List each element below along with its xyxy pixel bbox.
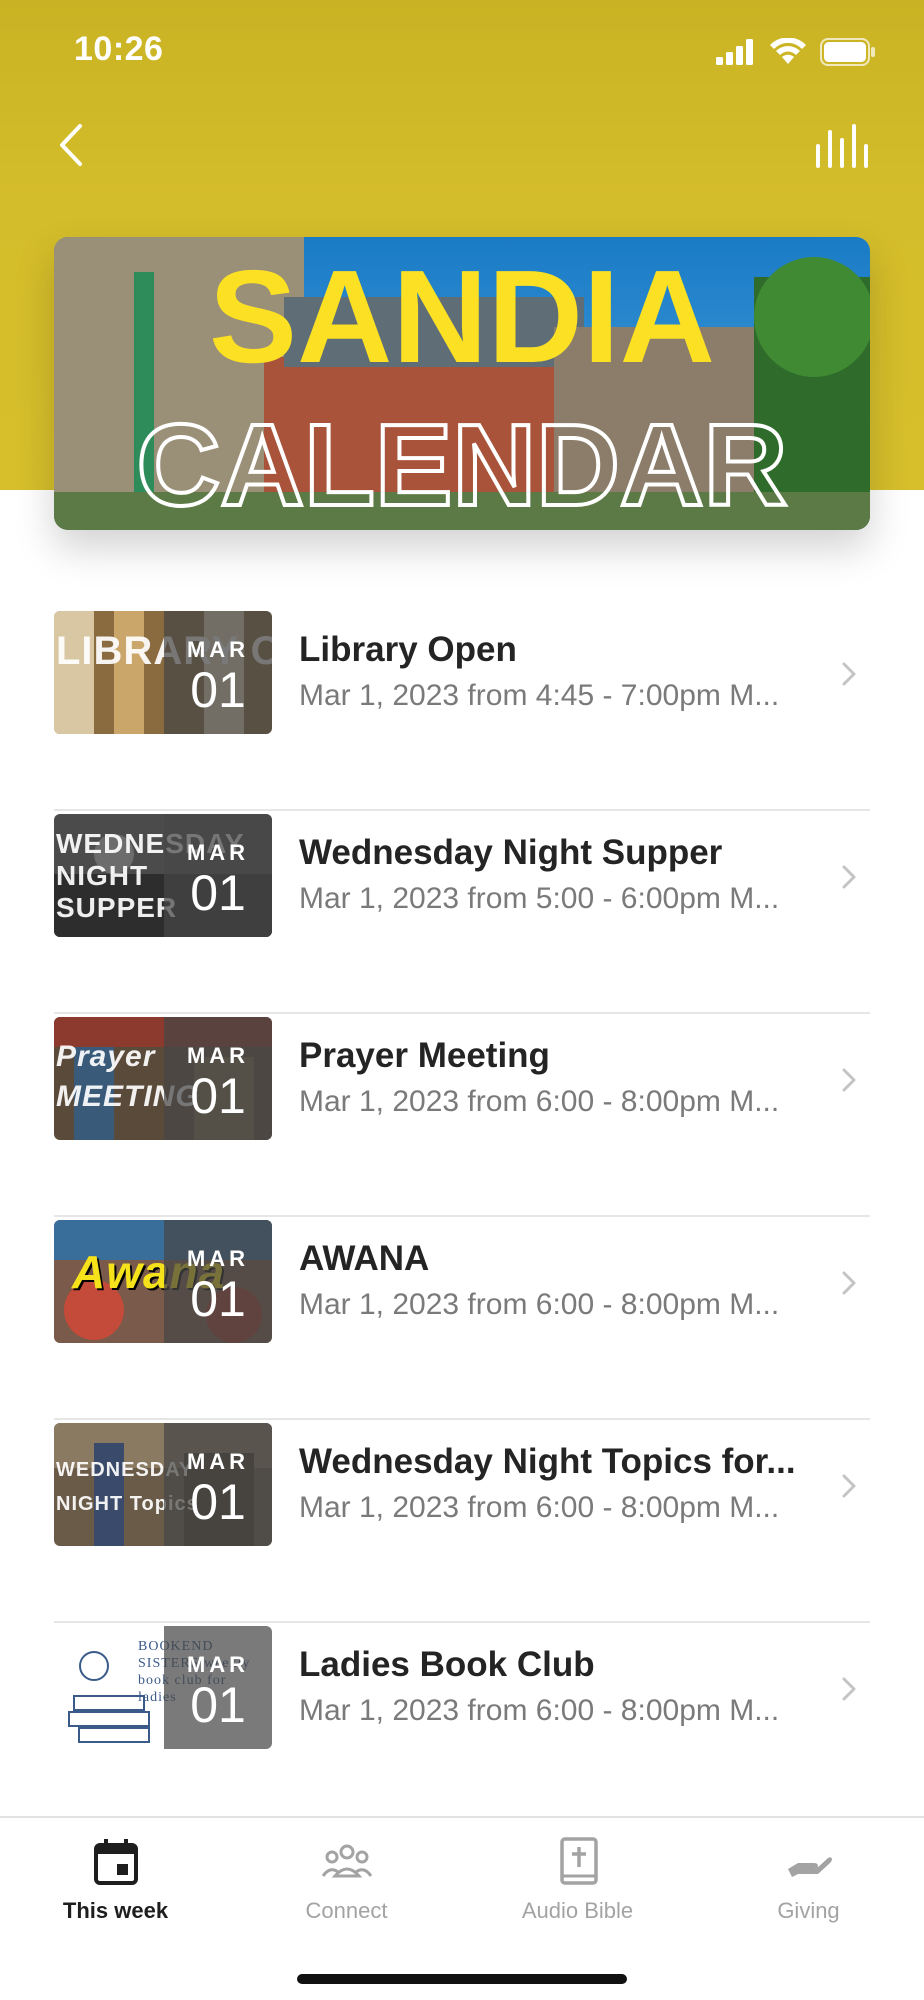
event-thumbnail: WEDNESDAY NIGHT Topics MAR 01 [54, 1423, 272, 1546]
tab-label: Connect [305, 1898, 388, 1923]
date-badge: MAR 01 [164, 814, 272, 937]
event-thumbnail: BOOKEND SISTERS weekly book club for lad… [54, 1626, 272, 1749]
stats-button[interactable] [814, 124, 870, 168]
banner-image: SANDIA CALENDAR [54, 237, 870, 530]
event-row[interactable]: LIBRARY OPEN MAR 01 Library Open Mar 1, … [54, 608, 870, 811]
event-title: Wednesday Night Supper [299, 833, 723, 872]
battery-icon [820, 38, 875, 66]
status-time: 10:26 [74, 30, 164, 68]
event-row[interactable]: WEDNESDAY NIGHT Topics MAR 01 Wednesday … [54, 1420, 870, 1623]
tab-this-week[interactable]: This week [0, 1836, 231, 1936]
banner-title: SANDIA [209, 243, 715, 390]
event-row[interactable]: WEDNESDAY NIGHT SUPPER MAR 01 Wednesday … [54, 811, 870, 1014]
chevron-right-icon [842, 1271, 856, 1295]
event-row[interactable]: Awana MAR 01 AWANA Mar 1, 2023 from 6:00… [54, 1217, 870, 1420]
banner-subtitle: CALENDAR [137, 400, 788, 530]
event-datetime: Mar 1, 2023 from 4:45 - 7:00pm M... [299, 679, 780, 712]
event-row[interactable]: BOOKEND SISTERS weekly book club for lad… [54, 1623, 870, 1826]
chevron-right-icon [842, 865, 856, 889]
status-icons [716, 38, 876, 66]
tab-audio-bible[interactable]: Audio Bible [462, 1836, 693, 1936]
chevron-right-icon [842, 1474, 856, 1498]
date-badge: MAR 01 [164, 1626, 272, 1749]
chevron-right-icon [842, 1677, 856, 1701]
date-day: 01 [190, 1474, 246, 1530]
event-datetime: Mar 1, 2023 from 5:00 - 6:00pm M... [299, 882, 780, 915]
date-month: MAR [186, 1652, 250, 1677]
chevron-left-icon [60, 124, 82, 166]
bar-chart-icon [816, 124, 868, 168]
event-title: Ladies Book Club [299, 1645, 595, 1684]
date-day: 01 [190, 865, 246, 921]
event-thumbnail: LIBRARY OPEN MAR 01 [54, 611, 272, 734]
event-datetime: Mar 1, 2023 from 6:00 - 8:00pm M... [299, 1288, 780, 1321]
event-datetime: Mar 1, 2023 from 6:00 - 8:00pm M... [299, 1694, 780, 1727]
event-title: Wednesday Night Topics for... [299, 1442, 796, 1481]
event-thumbnail: WEDNESDAY NIGHT SUPPER MAR 01 [54, 814, 272, 937]
event-thumbnail: Prayer MEETING MAR 01 [54, 1017, 272, 1140]
calendar-icon [93, 1839, 138, 1885]
date-day: 01 [190, 662, 246, 718]
calendar-banner: SANDIA CALENDAR [54, 237, 870, 530]
hand-giving-icon [787, 1857, 832, 1877]
cellular-signal-icon [716, 39, 753, 65]
event-row[interactable]: Prayer MEETING MAR 01 Prayer Meeting Mar… [54, 1014, 870, 1217]
tab-label: Giving [777, 1898, 840, 1923]
event-title: Prayer Meeting [299, 1036, 550, 1075]
chevron-right-icon [842, 1068, 856, 1092]
date-badge: MAR 01 [164, 611, 272, 734]
date-month: MAR [186, 1449, 250, 1474]
event-thumbnail: Awana MAR 01 [54, 1220, 272, 1343]
people-group-icon [321, 1844, 372, 1878]
date-month: MAR [186, 1043, 250, 1068]
date-day: 01 [190, 1677, 246, 1733]
event-title: Library Open [299, 630, 517, 669]
tab-label: Audio Bible [521, 1898, 634, 1923]
nav-bar [0, 110, 924, 180]
date-badge: MAR 01 [164, 1017, 272, 1140]
wifi-icon [770, 38, 806, 64]
event-datetime: Mar 1, 2023 from 6:00 - 8:00pm M... [299, 1491, 780, 1524]
tab-giving[interactable]: Giving [693, 1836, 924, 1936]
event-datetime: Mar 1, 2023 from 6:00 - 8:00pm M... [299, 1085, 780, 1118]
tab-bar: This week Connect Audio Bible Giving [0, 1816, 924, 2000]
back-button[interactable] [52, 120, 92, 170]
bible-icon [559, 1837, 598, 1885]
date-day: 01 [190, 1271, 246, 1327]
status-bar: 10:26 [0, 0, 924, 100]
tab-connect[interactable]: Connect [231, 1836, 462, 1936]
date-badge: MAR 01 [164, 1220, 272, 1343]
event-list: LIBRARY OPEN MAR 01 Library Open Mar 1, … [54, 608, 870, 1826]
event-title: AWANA [299, 1239, 430, 1278]
chevron-right-icon [842, 662, 856, 686]
date-day: 01 [190, 1068, 246, 1124]
date-month: MAR [186, 840, 250, 865]
date-badge: MAR 01 [164, 1423, 272, 1546]
date-month: MAR [186, 637, 250, 662]
date-month: MAR [186, 1246, 250, 1271]
home-indicator [297, 1974, 627, 1984]
tab-label: This week [62, 1898, 169, 1923]
